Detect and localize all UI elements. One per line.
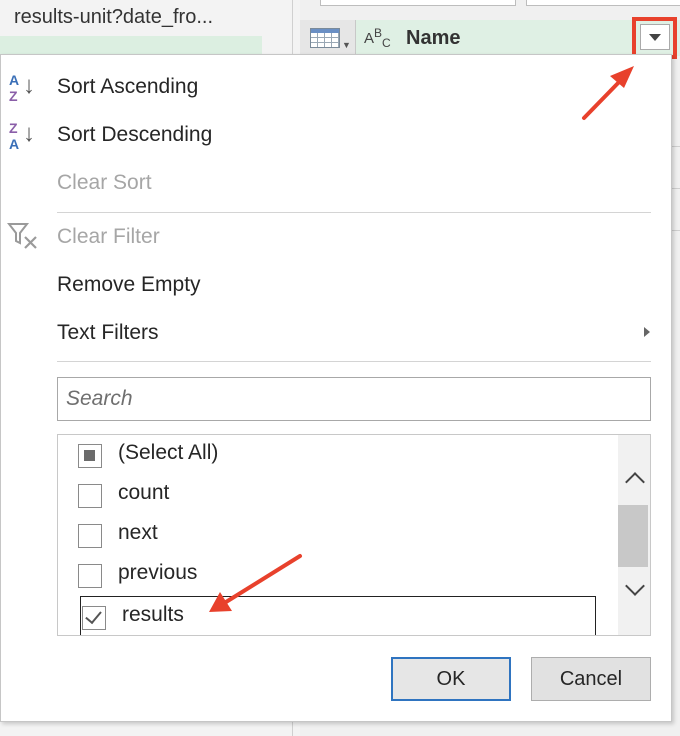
filter-dropdown-panel: A Z ↓ Sort Ascending Z A ↓ Sort Descending C…	[0, 54, 672, 722]
select-all-checkbox[interactable]	[78, 444, 102, 468]
table-menu-caret-icon[interactable]: ▼	[342, 40, 351, 50]
text-type-icon[interactable]: ABC	[364, 26, 391, 50]
list-item-label: results	[122, 603, 184, 626]
grid-row-line	[672, 188, 680, 189]
filter-values-list: (Select All) count next previous results	[57, 434, 651, 636]
ok-button[interactable]: OK	[391, 657, 511, 701]
annotation-highlight-box	[632, 17, 677, 59]
menu-clear-sort[interactable]: Clear Sort	[57, 171, 152, 195]
menu-separator	[57, 361, 651, 362]
list-scrollbar[interactable]	[618, 435, 650, 635]
count-checkbox[interactable]	[78, 484, 102, 508]
scrollbar-thumb[interactable]	[618, 505, 648, 567]
list-item-label: (Select All)	[118, 441, 219, 464]
menu-clear-filter[interactable]: Clear Filter	[57, 225, 160, 249]
chevron-down-icon	[624, 576, 645, 596]
list-item-next[interactable]: next	[78, 519, 578, 553]
scroll-down-button[interactable]	[618, 573, 650, 607]
list-item-label: count	[118, 481, 170, 504]
sort-za-icon: Z A ↓	[9, 120, 35, 152]
previous-checkbox[interactable]	[78, 564, 102, 588]
column-name-label: Name	[406, 27, 461, 49]
toolbar-box	[526, 0, 680, 6]
chevron-up-icon	[624, 472, 645, 492]
menu-separator	[57, 212, 651, 213]
menu-text-filters[interactable]: Text Filters	[57, 321, 159, 345]
list-item-previous[interactable]: previous	[78, 559, 578, 593]
clear-filter-icon	[7, 223, 37, 249]
menu-sort-descending[interactable]: Sort Descending	[57, 123, 212, 147]
submenu-arrow-icon	[644, 327, 650, 337]
list-item-results[interactable]: results	[82, 601, 582, 635]
list-item-label: previous	[118, 561, 198, 584]
list-item-label: next	[118, 521, 158, 544]
menu-remove-empty[interactable]: Remove Empty	[57, 273, 201, 297]
search-input[interactable]	[66, 378, 636, 419]
cancel-button[interactable]: Cancel	[531, 657, 651, 701]
query-name[interactable]: results-unit?date_fro...	[14, 6, 213, 29]
scroll-up-button[interactable]	[618, 461, 650, 495]
grid-row-line	[672, 146, 680, 147]
next-checkbox[interactable]	[78, 524, 102, 548]
results-checkbox[interactable]	[82, 606, 106, 630]
menu-sort-ascending[interactable]: Sort Ascending	[57, 75, 198, 99]
list-item-count[interactable]: count	[78, 479, 578, 513]
search-box	[57, 377, 651, 421]
toolbar-box	[320, 0, 516, 6]
list-item-select-all[interactable]: (Select All)	[78, 439, 578, 473]
sort-az-icon: A Z ↓	[9, 72, 35, 104]
table-icon[interactable]	[310, 28, 340, 48]
grid-row-line	[672, 230, 680, 231]
